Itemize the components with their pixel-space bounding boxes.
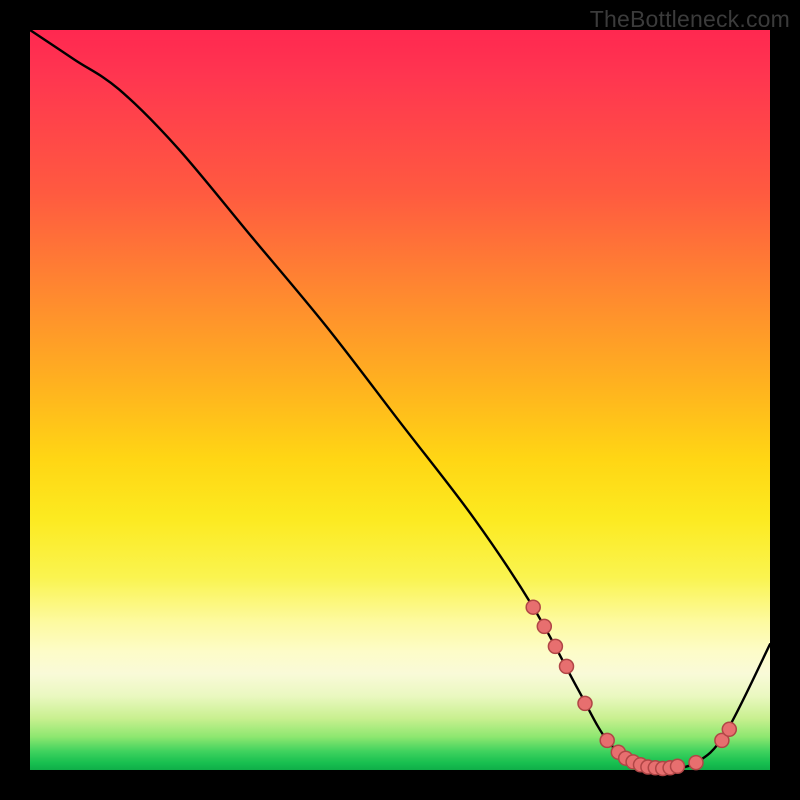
curve-layer [30,30,770,770]
data-marker [548,639,562,653]
data-marker [578,696,592,710]
data-marker [722,722,736,736]
data-marker [537,619,551,633]
data-marker [671,759,685,773]
watermark-text: TheBottleneck.com [590,6,790,33]
bottleneck-curve [30,30,770,769]
plot-area [30,30,770,770]
data-marker [560,659,574,673]
data-marker [600,733,614,747]
chart-stage: TheBottleneck.com [0,0,800,800]
data-marker [526,600,540,614]
data-marker [689,756,703,770]
marker-group [526,600,736,775]
